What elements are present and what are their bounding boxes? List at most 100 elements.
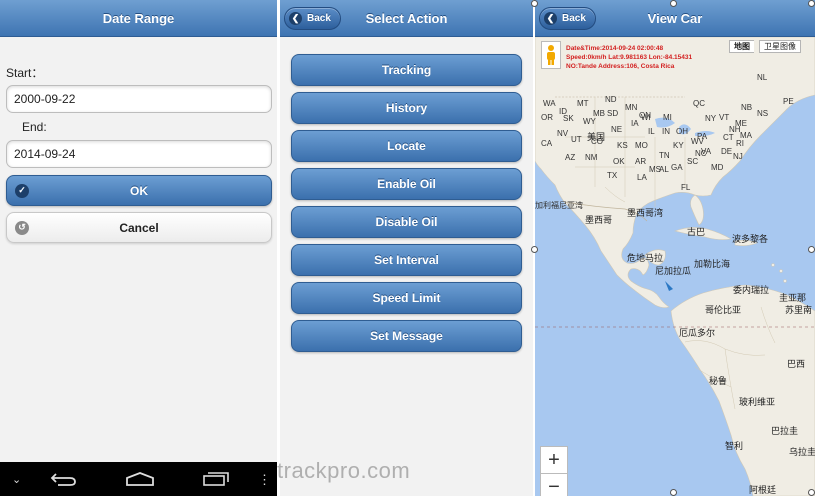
map-label-state: TX [607,171,618,180]
map-label-state: DE [721,147,733,156]
map-label-argentina: 阿根廷 [749,485,777,495]
header-bar: ❮ Back Select Action [280,0,533,37]
selection-handle [670,0,677,7]
map-label-brazil: 巴西 [787,359,806,369]
map-label-state: MI [663,113,672,122]
action-locate-button[interactable]: Locate [291,130,522,162]
map-label-gulf-ca: 加利福尼亚湾 [535,201,583,210]
map-label-state: VT [719,113,730,122]
map-label-state: OR [541,113,553,122]
end-date-input[interactable]: 2014-09-24 [6,140,272,168]
map-type-satellite-button[interactable]: 卫星图像 [759,40,801,53]
selection-handle [808,489,815,496]
map-label-state: UT [571,135,582,144]
map-label-state: SD [607,109,619,118]
ok-button-label: OK [130,183,148,198]
action-speed-limit-button[interactable]: Speed Limit [291,282,522,314]
recent-apps-icon[interactable] [202,471,230,487]
back-button-label: Back [307,13,331,24]
map-label-suriname: 苏里南 [785,305,813,315]
back-button[interactable]: ❮ Back [539,7,596,30]
page-title: Select Action [365,10,448,26]
action-disable-oil-button[interactable]: Disable Oil [291,206,522,238]
chevron-down-icon[interactable]: ⌄ [12,473,21,486]
action-label: Disable Oil [375,215,438,229]
map-type-map-button[interactable]: 地图 [729,40,754,53]
map-label-ecuador: 厄瓜多尔 [679,328,716,338]
zoom-in-button[interactable]: + [540,446,568,474]
action-label: Set Interval [374,253,439,267]
action-label: Speed Limit [372,291,441,305]
pegman-icon[interactable] [541,41,561,69]
home-icon[interactable] [125,471,155,487]
map-label-state: ND [605,95,617,104]
map-label-bahamas-sea: 波多黎各 [732,234,769,244]
map-label-peru: 秘鲁 [709,376,728,386]
map-label-state: ID [559,107,567,116]
action-enable-oil-button[interactable]: Enable Oil [291,168,522,200]
action-label: Set Message [370,329,443,343]
action-history-button[interactable]: History [291,92,522,124]
map-label-state: CA [541,139,553,148]
action-tracking-button[interactable]: Tracking [291,54,522,86]
selection-handle [808,246,815,253]
header-bar: Date Range [0,0,277,37]
map-label-state: SC [687,157,699,166]
end-label: End: [22,120,47,134]
map-label-guatemala: 危地马拉 [627,253,664,263]
back-button-label: Back [562,13,586,24]
ok-button[interactable]: ✓ OK [6,175,272,206]
map-label-state: NM [585,153,598,162]
map-label-venezuela: 委内瑞拉 [733,285,770,295]
screenshot-collage: Date Range Start： 2000-09-22 End: 2014-0… [0,0,815,496]
date-range-screen: Date Range Start： 2000-09-22 End: 2014-0… [0,0,277,496]
map-label-state: AZ [565,153,576,162]
map-label-state: NY [705,114,717,123]
vehicle-info-overlay: Date&Time:2014-09-24 02:00:48 Speed:0km/… [566,44,692,71]
cancel-button[interactable]: ↺ Cancel [6,212,272,243]
map-label-state: QC [693,99,705,108]
info-device-address: NO:Tande Address:106, Costa Rica [566,63,675,70]
map-label-state: WY [583,117,596,126]
page-title: View Car [647,10,703,26]
map-label-state: WI [641,113,651,122]
map-label-state: RI [736,139,744,148]
back-arrow-icon[interactable] [50,471,77,487]
info-speed-position: Speed:0km/h Lat:9.981163 Lon:-84.15431 [566,54,693,61]
map-label-state: PE [783,97,794,106]
back-button[interactable]: ❮ Back [284,7,341,30]
map-label-bolivia: 玻利维亚 [739,397,776,407]
map-label-state: CT [723,133,734,142]
page-title: Date Range [102,10,175,26]
map-label-uruguay: 乌拉圭 [789,447,815,457]
map-label-state: AR [635,157,647,166]
watermark: trackpro.com [277,458,411,483]
map-label-state: NS [757,109,769,118]
chevron-left-icon: ❮ [289,12,302,25]
map-label-state: NB [741,103,753,112]
map-label-caribbean: 加勒比海 [694,259,731,269]
map-label-state: KY [673,141,684,150]
map-label-gulf: 墨西哥湾 [627,208,664,218]
chevron-left-icon: ❮ [544,12,557,25]
map-label-state: FL [681,183,691,192]
selection-handle [531,0,538,7]
map-label-state: LA [637,173,647,182]
action-set-interval-button[interactable]: Set Interval [291,244,522,276]
map-label-state: GA [671,163,683,172]
android-nav-bar: ⌄ ⋮ [0,462,277,496]
zoom-out-button[interactable]: − [540,474,568,496]
map-label-state: MD [711,163,724,172]
action-label: History [385,101,428,115]
map-label-state: WV [691,137,704,146]
action-set-message-button[interactable]: Set Message [291,320,522,352]
map-view[interactable]: 美国 墨西哥 墨西哥湾 加利福尼亚湾 古巴 波多黎各 危地马拉 加勒比海 尼加拉… [535,37,815,496]
map-label-state: NE [611,125,623,134]
start-date-input[interactable]: 2000-09-22 [6,85,272,113]
menu-dots-icon[interactable]: ⋮ [258,473,271,486]
info-datetime: Date&Time:2014-09-24 02:00:48 [566,45,664,52]
map-label-state: CO [591,137,603,146]
map-label-state: OH [676,127,688,136]
map-label-colombia: 哥伦比亚 [705,305,742,315]
map-label-mexico: 墨西哥 [585,215,613,225]
